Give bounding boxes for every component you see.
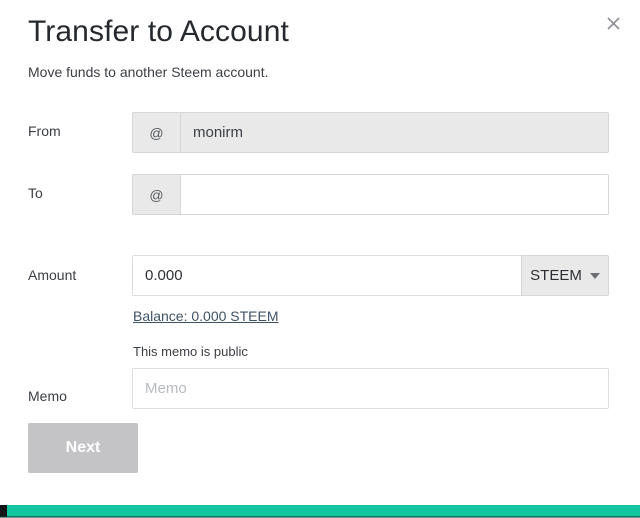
amount-input[interactable] [132,255,521,296]
next-button[interactable]: Next [28,423,138,473]
form-row-amount: Amount STEEM Balance: 0.000 STEEM [0,222,640,324]
field-from: @ [132,112,609,153]
chevron-down-icon [589,272,600,279]
page-subtitle: Move funds to another Steem account. [28,64,269,80]
label-amount: Amount [28,267,77,283]
at-sign-icon: @ [132,112,180,153]
label-memo: Memo [28,388,67,404]
asset-select-label: STEEM [530,267,582,284]
form-row-to: To @ [0,160,640,222]
bottom-progress-bar [0,503,640,518]
label-from: From [28,123,61,139]
close-icon[interactable] [598,8,628,38]
asset-select[interactable]: STEEM [521,255,609,296]
at-sign-icon: @ [132,174,180,215]
transfer-form: From @ To @ Amount STEEM B [0,100,640,409]
field-amount: STEEM [132,255,609,296]
to-account-input[interactable] [180,174,609,215]
field-to: @ [132,174,609,215]
form-row-from: From @ [0,100,640,160]
form-row-memo: This memo is public Memo [0,294,640,409]
transfer-dialog: Transfer to Account Move funds to anothe… [0,0,640,503]
field-memo [132,368,609,409]
label-to: To [28,185,43,201]
memo-public-note: This memo is public [133,344,248,359]
memo-input[interactable] [132,368,609,409]
from-account-input[interactable] [180,112,609,153]
close-icon-glyph [606,16,620,30]
page-title: Transfer to Account [28,15,289,48]
